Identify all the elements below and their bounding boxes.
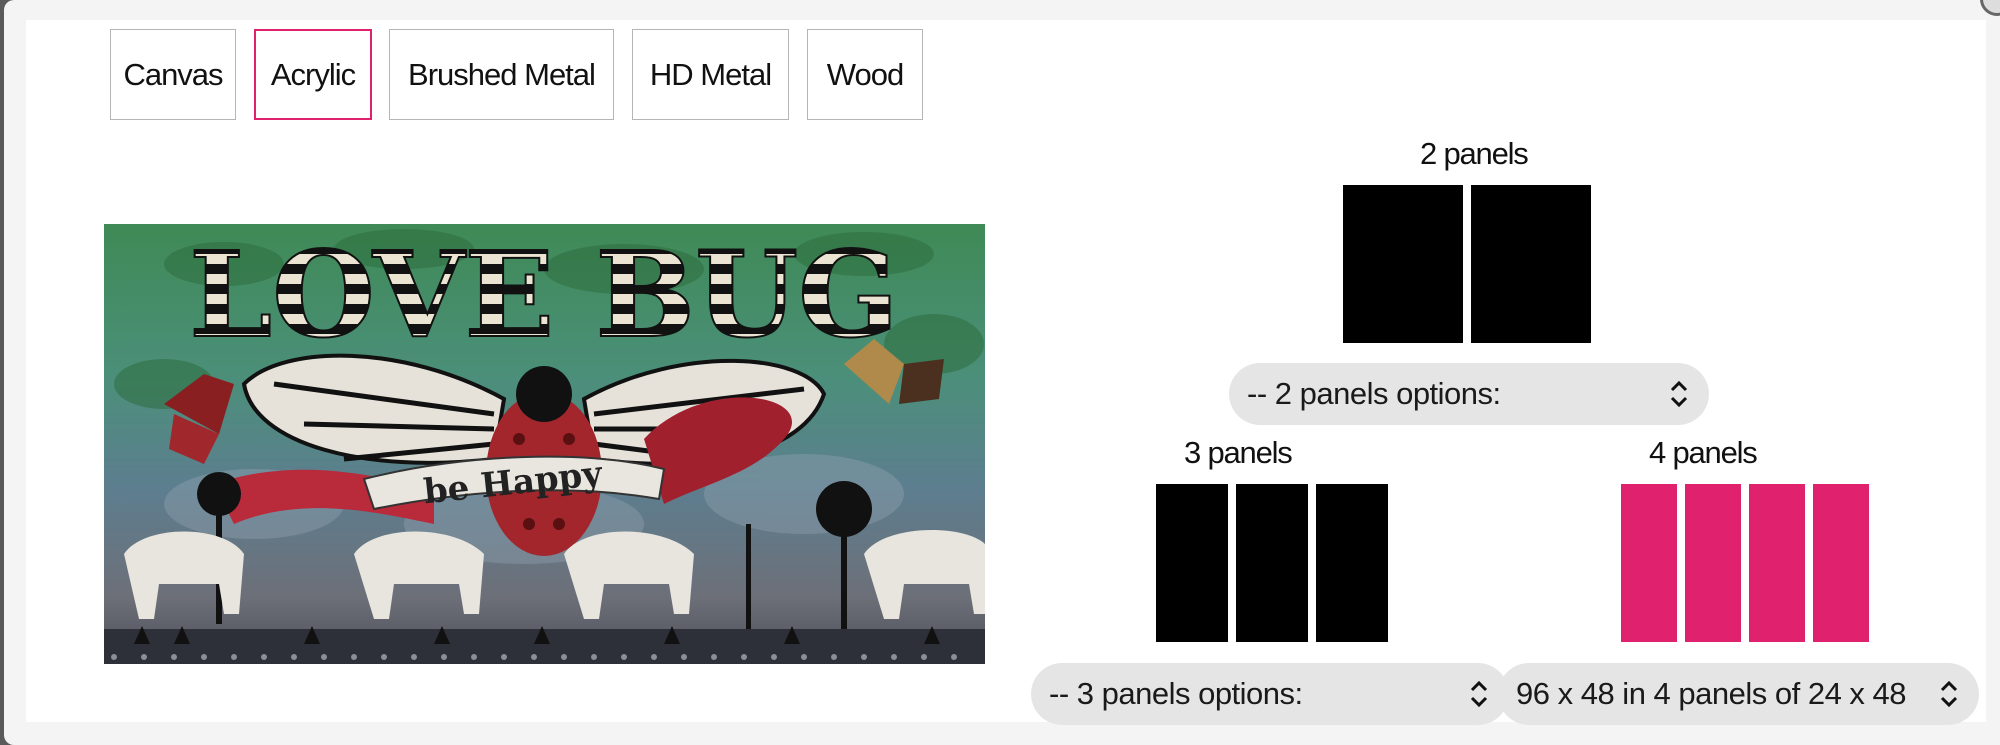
artwork-title: LOVE BUG (189, 225, 899, 364)
updown-chevron-icon (1670, 380, 1688, 408)
panel (1343, 185, 1463, 343)
panel (1621, 484, 1677, 642)
tab-brushed-metal[interactable]: Brushed Metal (389, 29, 614, 120)
dialog: Canvas Acrylic Brushed Metal HD Metal Wo… (4, 0, 2000, 745)
tab-hd-metal[interactable]: HD Metal (632, 29, 789, 120)
panel (1316, 484, 1388, 642)
three-panels-select-value: -- 3 panels options: (1049, 676, 1303, 711)
panel (1685, 484, 1741, 642)
four-panels-label: 4 panels (1649, 435, 1758, 470)
panel (1813, 484, 1869, 642)
two-panels-label: 2 panels (1420, 136, 1529, 171)
artwork-preview: LOVE BUG be Happy (104, 224, 985, 664)
four-panels-select[interactable]: 96 x 48 in 4 panels of 24 x 48 (1498, 663, 1979, 725)
four-panels-select-value: 96 x 48 in 4 panels of 24 x 48 (1516, 676, 1907, 711)
close-icon[interactable] (1980, 0, 2000, 16)
two-panels-select[interactable]: -- 2 panels options: (1229, 363, 1709, 425)
tab-wood[interactable]: Wood (807, 29, 923, 120)
updown-chevron-icon (1940, 680, 1958, 708)
three-panels-select[interactable]: -- 3 panels options: (1031, 663, 1509, 725)
tab-acrylic[interactable]: Acrylic (254, 29, 372, 120)
three-panels-label: 3 panels (1184, 435, 1293, 470)
two-panels-select-value: -- 2 panels options: (1247, 376, 1501, 411)
tab-canvas[interactable]: Canvas (110, 29, 236, 120)
panel (1749, 484, 1805, 642)
panel (1236, 484, 1308, 642)
panel (1471, 185, 1591, 343)
updown-chevron-icon (1470, 680, 1488, 708)
panel (1156, 484, 1228, 642)
